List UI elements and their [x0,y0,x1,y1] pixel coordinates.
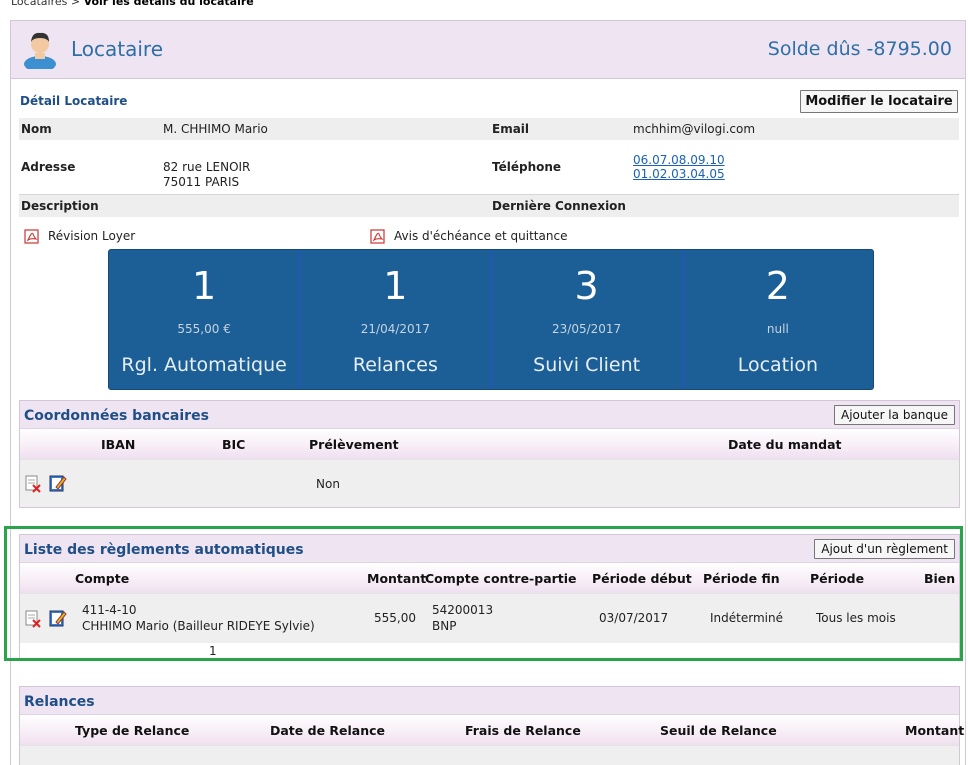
reglements-section: Liste des règlements automatiques Ajout … [19,534,960,661]
prelevement-value: Non [316,477,340,491]
pdf-icon [370,229,385,244]
stat-number: 1 [383,264,408,308]
modify-tenant-button[interactable]: Modifier le locataire [800,90,958,113]
adresse-line2: 75011 PARIS [163,175,240,189]
col-contre-partie: Compte contre-partie [425,571,577,586]
stat-location[interactable]: 2 null Location [683,250,873,389]
col-periode: Période [810,571,865,586]
adresse-label: Adresse [21,160,76,174]
periode-fin-value: Indéterminé [710,611,783,625]
reglements-table-header: Compte Montant Compte contre-partie Péri… [20,563,959,593]
bank-section: Coordonnées bancaires Ajouter la banque … [19,400,960,508]
periode-value: Tous les mois [816,611,896,625]
revision-loyer-label: Révision Loyer [48,229,136,243]
breadcrumb-parent[interactable]: Locataires [11,0,67,8]
relances-section: Relances Type de Relance Date de Relance… [19,686,964,765]
bank-section-title: Coordonnées bancaires [24,408,209,424]
delete-icon[interactable] [24,610,42,628]
panel-header: Locataire Solde dûs -8795.00 [11,21,965,79]
col-bic: BIC [222,437,246,452]
periode-debut-value: 03/07/2017 [599,611,669,625]
description-label: Description [21,199,99,213]
avis-echeance-label: Avis d'échéance et quittance [394,229,568,243]
detail-title: Détail Locataire [20,94,128,108]
stat-number: 3 [574,264,599,308]
relances-section-title: Relances [24,694,95,710]
stat-number: 1 [192,264,217,308]
compte-number: 411-4-10 [82,603,137,617]
bank-table-header: IBAN BIC Prélèvement Date du mandat [20,429,959,459]
stat-subtext: 23/05/2017 [552,322,622,336]
email-value: mchhim@vilogi.com [633,122,756,136]
telephone-label: Téléphone [492,160,562,174]
breadcrumb-current: Voir les détails du locataire [83,0,254,8]
contre-partie-number: 54200013 [432,603,494,617]
breadcrumb-separator: > [67,0,84,8]
user-avatar-icon [24,32,56,69]
info-row-nom: Nom M. CHHIMO Mario Email mchhim@vilogi.… [19,118,959,140]
adresse-line1: 82 rue LENOIR [163,160,251,174]
col-periode-fin: Période fin [703,571,780,586]
info-row-description: Description Dernière Connexion [19,194,959,217]
page-title: Locataire [71,37,164,61]
stat-caption: Rgl. Automatique [121,354,287,376]
info-row-adresse: Adresse 82 rue LENOIR 75011 PARIS Téléph… [19,150,959,194]
table-row: 411-4-10 CHHIMO Mario (Bailleur RIDEYE S… [20,593,959,643]
balance-due: Solde dûs -8795.00 [767,38,952,60]
col-frais-relance: Frais de Relance [465,723,581,738]
email-label: Email [492,122,530,136]
edit-icon[interactable] [49,474,67,492]
pager-page-1[interactable]: 1 [209,644,217,658]
tenant-panel: Locataire Solde dûs -8795.00 Détail Loca… [10,20,966,765]
derniere-connexion-label: Dernière Connexion [492,199,626,213]
relances-section-header: Relances [20,687,959,715]
stat-caption: Relances [352,354,438,376]
stat-number: 2 [765,264,790,308]
edit-icon[interactable] [49,609,67,627]
relances-table-header: Type de Relance Date de Relance Frais de… [20,715,964,745]
reglements-section-title: Liste des règlements automatiques [24,542,304,558]
col-date-relance: Date de Relance [270,723,386,738]
col-seuil-relance: Seuil de Relance [660,723,777,738]
pager: 1 [20,643,959,659]
col-date-mandat: Date du mandat [728,437,842,452]
col-type-relance: Type de Relance [75,723,190,738]
pdf-icon [24,229,39,244]
nom-label: Nom [21,122,52,136]
stat-subtext: 21/04/2017 [360,322,430,336]
col-montant-relance: Montant [905,723,965,738]
avis-echeance-link[interactable]: Avis d'échéance et quittance [370,228,567,244]
telephone-link-1[interactable]: 06.07.08.09.10 [633,153,725,167]
stat-caption: Location [737,354,819,376]
stat-caption: Suivi Client [533,354,641,376]
stat-relances[interactable]: 1 21/04/2017 Relances [300,250,492,389]
table-row [20,745,959,765]
breadcrumb: Locataires > Voir les détails du locatai… [11,0,254,8]
nom-value: M. CHHIMO Mario [163,122,268,136]
col-periode-debut: Période début [592,571,692,586]
stat-subtext: null [766,322,789,336]
col-prelevement: Prélèvement [309,437,399,452]
montant-value: 555,00 [374,611,416,625]
compte-name: CHHIMO Mario (Bailleur RIDEYE Sylvie) [82,619,315,633]
col-compte: Compte [75,571,130,586]
telephone-link-2[interactable]: 01.02.03.04.05 [633,167,725,181]
add-reglement-button[interactable]: Ajout d'un règlement [814,539,955,559]
bank-section-header: Coordonnées bancaires Ajouter la banque [20,401,959,429]
stat-subtext: 555,00 € [177,322,231,336]
stat-suivi-client[interactable]: 3 23/05/2017 Suivi Client [492,250,683,389]
contre-partie-bank: BNP [432,619,457,633]
revision-loyer-link[interactable]: Révision Loyer [24,228,135,244]
add-bank-button[interactable]: Ajouter la banque [833,405,955,425]
table-row: Non [20,459,959,507]
stat-rgl-automatique[interactable]: 1 555,00 € Rgl. Automatique [109,250,301,389]
stats-panel: 1 555,00 € Rgl. Automatique 1 21/04/2017… [108,249,874,390]
col-bien: Bien [924,571,956,586]
col-montant: Montant [367,571,427,586]
reglements-section-header: Liste des règlements automatiques Ajout … [20,535,959,563]
col-iban: IBAN [101,437,136,452]
delete-icon[interactable] [24,475,42,493]
